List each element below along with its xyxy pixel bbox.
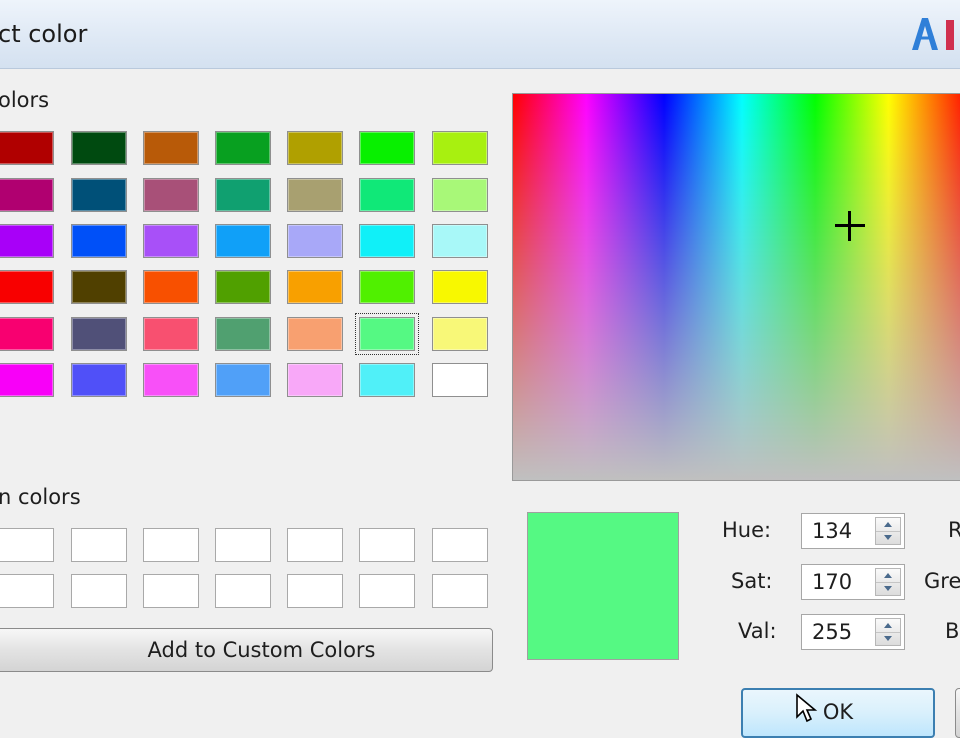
custom-color-slot[interactable] (71, 574, 127, 608)
basic-color-swatch[interactable] (143, 363, 199, 397)
basic-color-swatch[interactable] (71, 363, 127, 397)
basic-color-swatch[interactable] (71, 178, 127, 212)
ok-label: OK (822, 700, 854, 724)
basic-colors-label: olors (0, 88, 50, 112)
hue-down-arrow-icon[interactable] (876, 531, 900, 544)
basic-color-swatch[interactable] (143, 224, 199, 258)
basic-color-swatch[interactable] (432, 131, 488, 165)
hue-input[interactable]: 134 (801, 513, 905, 549)
basic-color-swatch[interactable] (215, 178, 271, 212)
val-input[interactable]: 255 (801, 614, 905, 650)
basic-color-swatch[interactable] (359, 270, 415, 304)
cancel-button[interactable] (955, 688, 960, 738)
custom-color-slot[interactable] (432, 574, 488, 608)
sat-input[interactable]: 170 (801, 564, 905, 600)
basic-color-swatch[interactable] (359, 363, 415, 397)
basic-color-swatch[interactable] (215, 270, 271, 304)
hue-spin-icon[interactable] (875, 517, 901, 545)
basic-color-swatch[interactable] (71, 317, 127, 351)
custom-color-slot[interactable] (71, 528, 127, 562)
basic-color-swatch[interactable] (215, 363, 271, 397)
val-value: 255 (812, 620, 853, 644)
basic-color-swatch[interactable] (0, 224, 54, 258)
custom-color-slot[interactable] (432, 528, 488, 562)
custom-color-slot[interactable] (215, 528, 271, 562)
basic-color-swatch[interactable] (215, 317, 271, 351)
basic-color-swatch[interactable] (359, 178, 415, 212)
custom-color-slot[interactable] (359, 528, 415, 562)
color-spectrum[interactable] (512, 93, 960, 481)
val-label: Val: (738, 619, 777, 643)
basic-color-swatch[interactable] (287, 224, 343, 258)
basic-color-swatch[interactable] (287, 317, 343, 351)
green-label: Gre (924, 569, 960, 593)
basic-color-swatch[interactable] (71, 131, 127, 165)
custom-color-slot[interactable] (143, 574, 199, 608)
basic-color-swatch[interactable] (355, 313, 419, 355)
red-label: R (948, 518, 960, 542)
sat-up-arrow-icon[interactable] (876, 569, 900, 583)
basic-color-swatch[interactable] (432, 317, 488, 351)
add-to-custom-colors-button[interactable]: Add to Custom Colors (0, 628, 493, 672)
hue-value: 134 (812, 519, 853, 543)
basic-color-swatch[interactable] (0, 363, 54, 397)
custom-color-slot[interactable] (359, 574, 415, 608)
custom-color-slot[interactable] (0, 528, 54, 562)
basic-color-swatch[interactable] (215, 131, 271, 165)
basic-color-swatch[interactable] (287, 363, 343, 397)
color-preview (527, 512, 679, 660)
basic-color-swatch[interactable] (143, 317, 199, 351)
sat-value: 170 (812, 570, 853, 594)
crosshair-icon[interactable] (835, 211, 865, 241)
basic-color-swatch[interactable] (287, 178, 343, 212)
basic-color-swatch[interactable] (143, 270, 199, 304)
basic-color-swatch[interactable] (71, 224, 127, 258)
val-down-arrow-icon[interactable] (876, 632, 900, 645)
ok-button[interactable]: OK (741, 688, 935, 738)
custom-color-slot[interactable] (287, 574, 343, 608)
basic-color-swatch[interactable] (287, 131, 343, 165)
basic-color-swatch[interactable] (359, 224, 415, 258)
sat-down-arrow-icon[interactable] (876, 582, 900, 595)
window-title: ct color (0, 20, 88, 48)
blue-label: B (945, 619, 960, 643)
mouse-pointer-icon (796, 693, 818, 723)
basic-color-swatch[interactable] (359, 131, 415, 165)
custom-color-slot[interactable] (215, 574, 271, 608)
hue-label: Hue: (722, 518, 772, 542)
basic-color-swatch[interactable] (432, 224, 488, 258)
hue-up-arrow-icon[interactable] (876, 518, 900, 532)
custom-color-slot[interactable] (287, 528, 343, 562)
custom-color-slot[interactable] (143, 528, 199, 562)
basic-color-swatch[interactable] (432, 270, 488, 304)
basic-color-swatch[interactable] (0, 178, 54, 212)
basic-color-swatch[interactable] (0, 270, 54, 304)
basic-color-swatch[interactable] (143, 131, 199, 165)
val-spin-icon[interactable] (875, 618, 901, 646)
basic-color-swatch[interactable] (432, 178, 488, 212)
basic-color-swatch[interactable] (0, 131, 54, 165)
title-bar: ct color (0, 0, 960, 69)
val-up-arrow-icon[interactable] (876, 619, 900, 633)
basic-color-swatch[interactable] (287, 270, 343, 304)
add-to-custom-colors-label: Add to Custom Colors (147, 638, 376, 662)
custom-color-slot[interactable] (0, 574, 54, 608)
sat-label: Sat: (731, 569, 773, 593)
basic-color-swatch[interactable] (0, 317, 54, 351)
sat-spin-icon[interactable] (875, 568, 901, 596)
custom-colors-label: n colors (0, 485, 81, 509)
basic-color-swatch[interactable] (71, 270, 127, 304)
brand-logo-icon (912, 18, 954, 50)
basic-color-swatch[interactable] (215, 224, 271, 258)
basic-color-swatch[interactable] (432, 363, 488, 397)
basic-color-swatch[interactable] (143, 178, 199, 212)
